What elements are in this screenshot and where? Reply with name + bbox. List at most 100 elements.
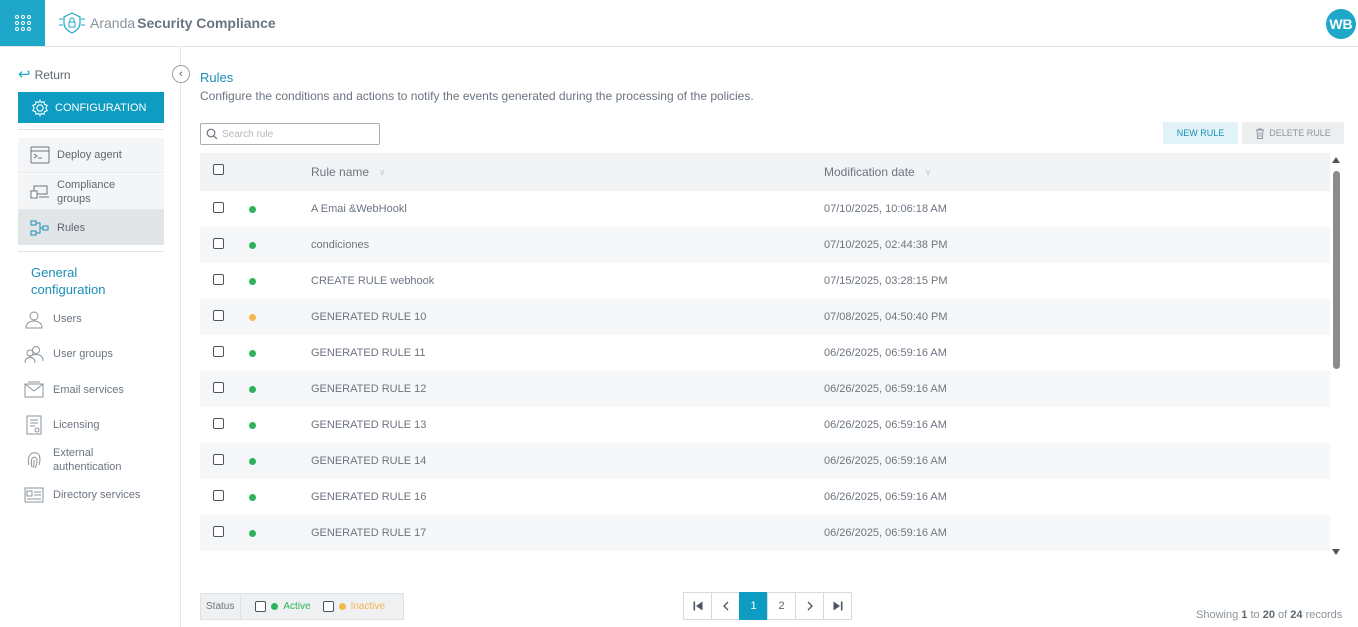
table-row[interactable]: GENERATED RULE 13 06/26/2025, 06:59:16 AM [200, 407, 1330, 443]
rules-flow-icon [30, 220, 49, 235]
security-logo-icon [59, 12, 85, 34]
return-arrow-icon: ↩ [18, 66, 31, 83]
column-header-rule-name[interactable]: Rule name ∨ [311, 153, 386, 191]
table-row[interactable]: GENERATED RULE 16 06/26/2025, 06:59:16 AM [200, 479, 1330, 515]
sidebar-item-label: Deploy agent [57, 149, 122, 161]
scroll-down-arrow-icon[interactable] [1332, 549, 1340, 555]
active-checkbox[interactable] [255, 601, 267, 612]
sidebar-item-licensing[interactable]: Licensing [24, 415, 174, 435]
sidebar-item-user-groups[interactable]: User groups [24, 344, 174, 364]
user-group-icon [24, 346, 44, 364]
pagination: 1 2 [683, 592, 852, 620]
table-row[interactable]: GENERATED RULE 11 06/26/2025, 06:59:16 AM [200, 335, 1330, 371]
rule-name-cell[interactable]: condiciones [311, 227, 369, 263]
table-row[interactable]: GENERATED RULE 17 06/26/2025, 06:59:16 AM [200, 515, 1330, 551]
user-avatar[interactable]: WB [1326, 9, 1356, 39]
select-all-checkbox[interactable] [213, 164, 224, 175]
previous-page-button[interactable] [711, 592, 740, 620]
table-row[interactable]: condiciones 07/10/2025, 02:44:38 PM [200, 227, 1330, 263]
inactive-checkbox[interactable] [322, 601, 334, 612]
last-page-icon [833, 601, 842, 611]
column-header-modification-date[interactable]: Modification date ∨ [824, 153, 931, 191]
email-icon [24, 381, 44, 398]
configuration-button[interactable]: CONFIGURATION [18, 92, 164, 123]
scroll-up-arrow-icon[interactable] [1332, 157, 1340, 163]
page-button-2[interactable]: 2 [767, 592, 796, 620]
chevron-down-icon: ∨ [379, 166, 386, 177]
app-launcher-button[interactable] [0, 0, 45, 46]
sidebar-item-directory-services[interactable]: Directory services [24, 485, 174, 505]
first-page-button[interactable] [683, 592, 712, 620]
table-row[interactable]: GENERATED RULE 12 06/26/2025, 06:59:16 AM [200, 371, 1330, 407]
brand-name-bold: Security Compliance [137, 15, 276, 31]
rule-name-cell[interactable]: GENERATED RULE 17 [311, 515, 426, 551]
modification-date-cell: 06/26/2025, 06:59:16 AM [824, 455, 947, 467]
row-checkbox[interactable] [213, 274, 224, 285]
column-label: Rule name [311, 165, 370, 179]
last-page-button[interactable] [823, 592, 852, 620]
rule-name-cell[interactable]: CREATE RULE webhook [311, 263, 434, 299]
records-from: 1 [1241, 609, 1248, 621]
sidebar-item-compliance-groups[interactable]: Compliance groups [18, 174, 164, 210]
sidebar-item-label: External authentication [53, 447, 122, 473]
trash-icon [1256, 128, 1265, 139]
rule-name-cell[interactable]: GENERATED RULE 12 [311, 371, 426, 407]
status-dot [249, 206, 256, 213]
inactive-status-dot [338, 603, 346, 610]
collapse-sidebar-button[interactable]: ‹ [172, 65, 190, 83]
inactive-label: Inactive [350, 601, 386, 612]
sidebar-item-rules[interactable]: Rules [18, 210, 164, 245]
gear-icon [32, 98, 48, 117]
brand-name-light: Aranda [90, 15, 136, 31]
table-row[interactable]: A Emai &WebHookl 07/10/2025, 10:06:18 AM [200, 191, 1330, 227]
row-checkbox[interactable] [213, 418, 224, 429]
rule-name-cell[interactable]: GENERATED RULE 13 [311, 407, 426, 443]
sidebar-item-label: Compliance groups [57, 178, 116, 205]
modification-date-cell: 06/26/2025, 06:59:16 AM [824, 527, 947, 539]
general-configuration-title: General configuration [31, 265, 106, 297]
sidebar-item-external-authentication[interactable]: External authentication [24, 446, 174, 474]
row-checkbox[interactable] [213, 202, 224, 213]
row-checkbox[interactable] [213, 454, 224, 465]
row-checkbox[interactable] [213, 346, 224, 357]
sidebar-item-label: Users [53, 313, 82, 325]
row-checkbox[interactable] [213, 382, 224, 393]
sidebar-item-label: User groups [53, 348, 113, 360]
product-logo[interactable]: Aranda Security Compliance [58, 11, 276, 35]
sidebar-item-users[interactable]: Users [24, 309, 174, 329]
rule-name-cell[interactable]: A Emai &WebHookl [311, 191, 407, 227]
rule-name-cell[interactable]: GENERATED RULE 11 [311, 335, 426, 371]
return-link[interactable]: ↩ Return [18, 66, 71, 83]
active-label: Active [283, 601, 311, 612]
status-dot [249, 422, 256, 429]
page-button-1[interactable]: 1 [739, 592, 768, 620]
next-page-button[interactable] [795, 592, 824, 620]
row-checkbox[interactable] [213, 490, 224, 501]
search-rule-input[interactable] [222, 128, 372, 140]
table-row[interactable]: GENERATED RULE 14 06/26/2025, 06:59:16 AM [200, 443, 1330, 479]
scrollbar-thumb[interactable] [1333, 171, 1340, 369]
status-filter-inactive[interactable]: Inactive [322, 601, 386, 612]
sidebar-item-deploy-agent[interactable]: Deploy agent [18, 138, 164, 173]
chevron-left-icon [722, 601, 728, 611]
status-filter-label: Status [201, 594, 242, 619]
table-row[interactable]: CREATE RULE webhook 07/15/2025, 03:28:15 … [200, 263, 1330, 299]
delete-rule-button[interactable]: DELETE RULE [1242, 122, 1344, 144]
row-checkbox[interactable] [213, 310, 224, 321]
new-rule-button[interactable]: NEW RULE [1163, 122, 1238, 144]
modification-date-cell: 07/08/2025, 04:50:40 PM [824, 311, 948, 323]
table-row[interactable]: GENERATED RULE 10 07/08/2025, 04:50:40 PM [200, 299, 1330, 335]
row-checkbox[interactable] [213, 526, 224, 537]
modification-date-cell: 07/15/2025, 03:28:15 PM [824, 275, 948, 287]
records-of-word: of [1278, 609, 1288, 621]
page-description: Configure the conditions and actions to … [200, 89, 754, 103]
row-checkbox[interactable] [213, 238, 224, 249]
status-dot [249, 458, 256, 465]
rule-name-cell[interactable]: GENERATED RULE 14 [311, 443, 426, 479]
rule-name-cell[interactable]: GENERATED RULE 16 [311, 479, 426, 515]
rule-name-cell[interactable]: GENERATED RULE 10 [311, 299, 426, 335]
divider [18, 251, 164, 252]
status-filter-active[interactable]: Active [255, 601, 311, 612]
status-dot [249, 494, 256, 501]
sidebar-item-email-services[interactable]: Email services [24, 380, 174, 400]
